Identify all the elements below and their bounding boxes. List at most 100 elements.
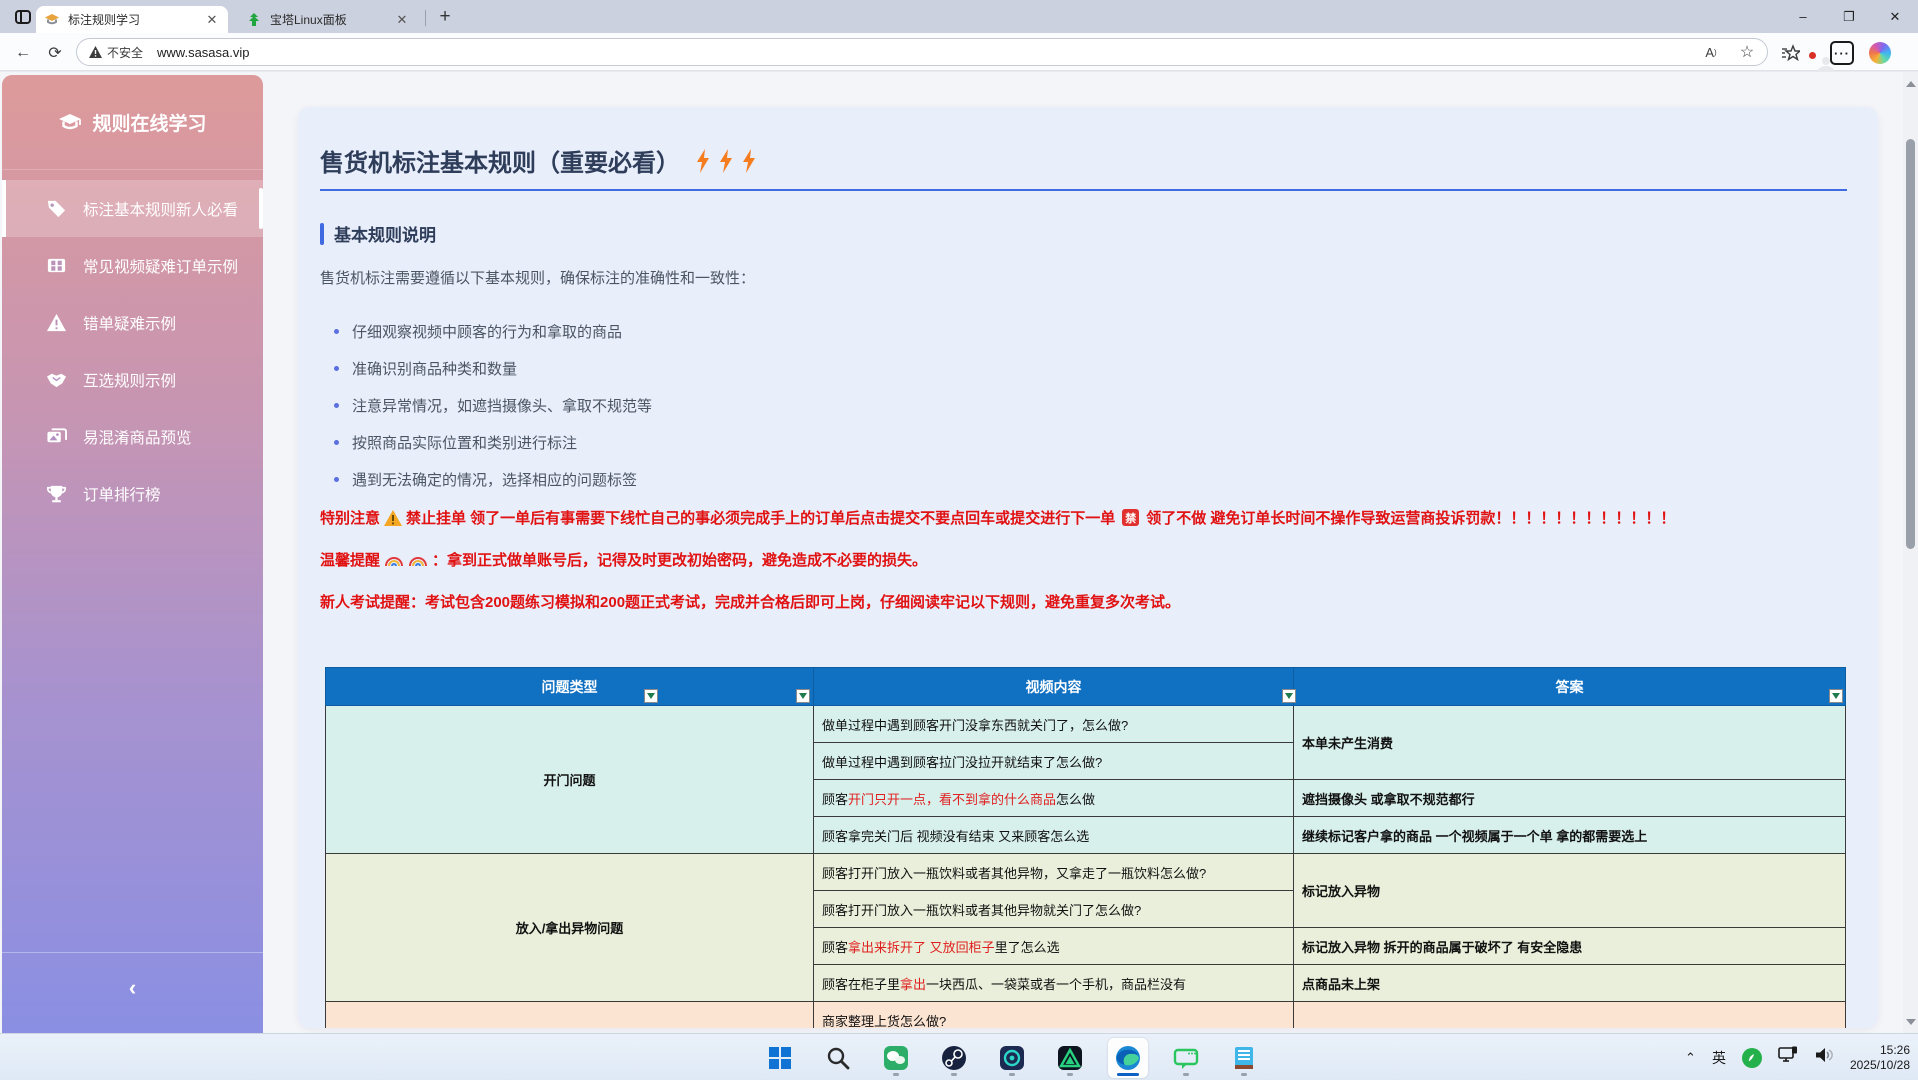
triangle-app-icon[interactable] — [1050, 1038, 1090, 1078]
notepad-app-icon[interactable] — [1224, 1038, 1264, 1078]
new-tab-button[interactable]: + — [433, 6, 457, 28]
page-scrollbar[interactable] — [1903, 72, 1918, 1033]
sidebar-item-3[interactable]: 互选规则示例 — [2, 351, 263, 408]
tab1-close-icon[interactable]: ✕ — [204, 12, 220, 28]
warning-emoji-icon — [384, 510, 402, 526]
window-minimize-button[interactable]: – — [1780, 0, 1826, 33]
images-icon — [46, 426, 67, 447]
copilot-icon[interactable] — [1869, 42, 1891, 64]
sidebar-item-4[interactable]: 易混淆商品预览 — [2, 408, 263, 465]
warning-line-1: 特别注意 禁止挂单 领了一单后有事需要下线忙自己的事必须完成手上的订单后点击提交… — [320, 507, 1675, 528]
tab-baota-panel[interactable]: 宝塔Linux面板 ✕ — [238, 6, 418, 33]
warning-icon — [46, 312, 67, 333]
answer-cell: 继续标记客户拿的商品 一个视频属于一个单 拿的都需要选上 — [1294, 817, 1846, 854]
sidebar-item-label: 标注基本规则新人必看 — [83, 198, 238, 220]
start-button[interactable] — [760, 1038, 800, 1078]
warning-line-2: 温馨提醒 ：拿到正式做单账号后，记得及时更改初始密码，避免造成不必要的损失。 — [320, 549, 927, 570]
rule-item: 注意异常情况，如遮挡摄像头、拿取不规范等 — [334, 387, 652, 424]
browser-toolbar: ← ⟳ 不安全 www.sasasa.vip A) ☆ ··· — [0, 33, 1918, 71]
taskbar-clock[interactable]: 15:26 2025/10/28 — [1850, 1043, 1910, 1073]
window-maximize-button[interactable]: ❐ — [1826, 0, 1872, 33]
read-aloud-icon[interactable]: A) — [1701, 42, 1721, 62]
problem-type-cell — [326, 1002, 814, 1029]
rule-item: 仔细观察视频中顾客的行为和拿取的商品 — [334, 313, 652, 350]
clock-time: 15:26 — [1850, 1043, 1910, 1058]
scrollbar-thumb[interactable] — [1906, 139, 1915, 549]
circle-app-icon[interactable] — [992, 1038, 1032, 1078]
edge-app-icon[interactable] — [1108, 1038, 1148, 1078]
video-question-cell: 顾客打开门放入一瓶饮料或者其他异物就关门了怎么做? — [814, 891, 1294, 928]
video-question-cell: 顾客拿完关门后 视频没有结束 又来顾客怎么选 — [814, 817, 1294, 854]
address-bar[interactable]: 不安全 www.sasasa.vip A) ☆ — [76, 38, 1768, 66]
rule-item: 遇到无法确定的情况，选择相应的问题标签 — [334, 461, 652, 498]
taskbar: ⌃ 英 15:26 2025/10/28 — [0, 1033, 1918, 1080]
problem-type-cell: 开门问题 — [326, 706, 814, 854]
sidebar-collapse-button[interactable]: ‹ — [2, 963, 263, 1013]
search-button[interactable] — [818, 1038, 858, 1078]
tab-annotation-rules[interactable]: 标注规则学习 ✕ — [36, 6, 228, 33]
steam-app-icon[interactable] — [934, 1038, 974, 1078]
tab2-close-icon[interactable]: ✕ — [394, 12, 410, 28]
tab1-title: 标注规则学习 — [68, 11, 194, 28]
refresh-button[interactable]: ⟳ — [42, 40, 68, 66]
video-question-cell: 顾客拿出来拆开了 又放回柜子里了怎么选 — [814, 928, 1294, 965]
security-indicator[interactable]: 不安全 — [89, 44, 143, 61]
rule-item: 准确识别商品种类和数量 — [334, 350, 652, 387]
intro-text: 售货机标注需要遵循以下基本规则，确保标注的准确性和一致性： — [320, 267, 755, 288]
column-filter-button[interactable] — [1829, 689, 1843, 703]
rainbow-emoji-icon — [384, 554, 404, 566]
clock-date: 2025/10/28 — [1850, 1058, 1910, 1073]
scroll-down-icon[interactable] — [1903, 1014, 1918, 1029]
tab2-title: 宝塔Linux面板 — [270, 11, 384, 28]
column-filter-button[interactable] — [644, 689, 658, 703]
sidebar: 规则在线学习 标注基本规则新人必看常见视频疑难订单示例错单疑难示例互选规则示例易… — [2, 75, 263, 1033]
warning-line-3: 新人考试提醒：考试包含200题练习模拟和200题正式考试，完成并合格后即可上岗，… — [320, 591, 1180, 612]
scroll-up-icon[interactable] — [1903, 76, 1918, 91]
answer-cell: 点商品未上架 — [1294, 965, 1846, 1002]
window-close-button[interactable]: ✕ — [1872, 0, 1918, 33]
table-header-1: 视频内容 — [814, 668, 1294, 706]
answer-cell — [1294, 1002, 1846, 1029]
sidebar-header: 规则在线学习 — [2, 75, 263, 170]
table-header-0: 问题类型 — [326, 668, 814, 706]
sidebar-item-label: 互选规则示例 — [83, 369, 176, 391]
sidebar-title: 规则在线学习 — [92, 109, 206, 136]
sidebar-item-label: 常见视频疑难订单示例 — [83, 255, 238, 277]
sidebar-item-5[interactable]: 订单排行榜 — [2, 465, 263, 522]
forbidden-emoji-icon: 禁 — [1122, 509, 1139, 526]
network-icon[interactable] — [1778, 1046, 1798, 1069]
video-question-cell: 顾客在柜子里拿出一块西瓜、一袋菜或者一个手机，商品栏没有 — [814, 965, 1294, 1002]
answer-cell: 遮挡摄像头 或拿取不规范都行 — [1294, 780, 1846, 817]
sidebar-item-1[interactable]: 常见视频疑难订单示例 — [2, 237, 263, 294]
column-filter-button[interactable] — [1282, 689, 1296, 703]
tray-hidden-icons-chevron[interactable]: ⌃ — [1685, 1050, 1696, 1066]
sidebar-item-label: 易混淆商品预览 — [83, 426, 192, 448]
tray-green-app-icon[interactable] — [1742, 1048, 1762, 1068]
content-card: 售货机标注基本规则（重要必看） 基本规则说明 售货机标注需要遵循以下基本规则，确… — [298, 107, 1878, 1028]
column-filter-button[interactable] — [796, 689, 810, 703]
back-button[interactable]: ← — [10, 40, 36, 66]
problem-type-cell: 放入/拿出异物问题 — [326, 854, 814, 1002]
tab-actions-icon[interactable] — [12, 7, 34, 27]
volume-icon[interactable] — [1814, 1046, 1834, 1069]
sidebar-item-label: 订单排行榜 — [83, 483, 161, 505]
table-header-2: 答案 — [1294, 668, 1846, 706]
ime-indicator[interactable]: 英 — [1712, 1048, 1726, 1068]
sidebar-item-0[interactable]: 标注基本规则新人必看 — [2, 180, 263, 237]
handshake-icon — [46, 369, 67, 390]
favorites-hub-icon[interactable] — [1780, 43, 1800, 63]
favorite-star-icon[interactable]: ☆ — [1737, 42, 1757, 62]
wechat-app-icon[interactable] — [876, 1038, 916, 1078]
screenshare-app-icon[interactable] — [1166, 1038, 1206, 1078]
page-viewport: 规则在线学习 标注基本规则新人必看常见视频疑难订单示例错单疑难示例互选规则示例易… — [0, 72, 1918, 1033]
settings-more-button[interactable]: ··· — [1830, 41, 1854, 65]
answer-cell: 本单未产生消费 — [1294, 706, 1846, 780]
rules-table: 问题类型视频内容答案 开门问题做单过程中遇到顾客开门没拿东西就关门了，怎么做?本… — [325, 667, 1846, 1028]
video-question-cell: 做单过程中遇到顾客开门没拿东西就关门了，怎么做? — [814, 706, 1294, 743]
video-question-cell: 顾客打开门放入一瓶饮料或者其他异物，又拿走了一瓶饮料怎么做? — [814, 854, 1294, 891]
page-title: 售货机标注基本规则（重要必看） — [320, 143, 757, 178]
sidebar-item-2[interactable]: 错单疑难示例 — [2, 294, 263, 351]
film-icon — [46, 255, 67, 276]
rules-list: 仔细观察视频中顾客的行为和拿取的商品准确识别商品种类和数量注意异常情况，如遮挡摄… — [334, 313, 652, 498]
lightning-bolts-icon — [695, 149, 757, 173]
